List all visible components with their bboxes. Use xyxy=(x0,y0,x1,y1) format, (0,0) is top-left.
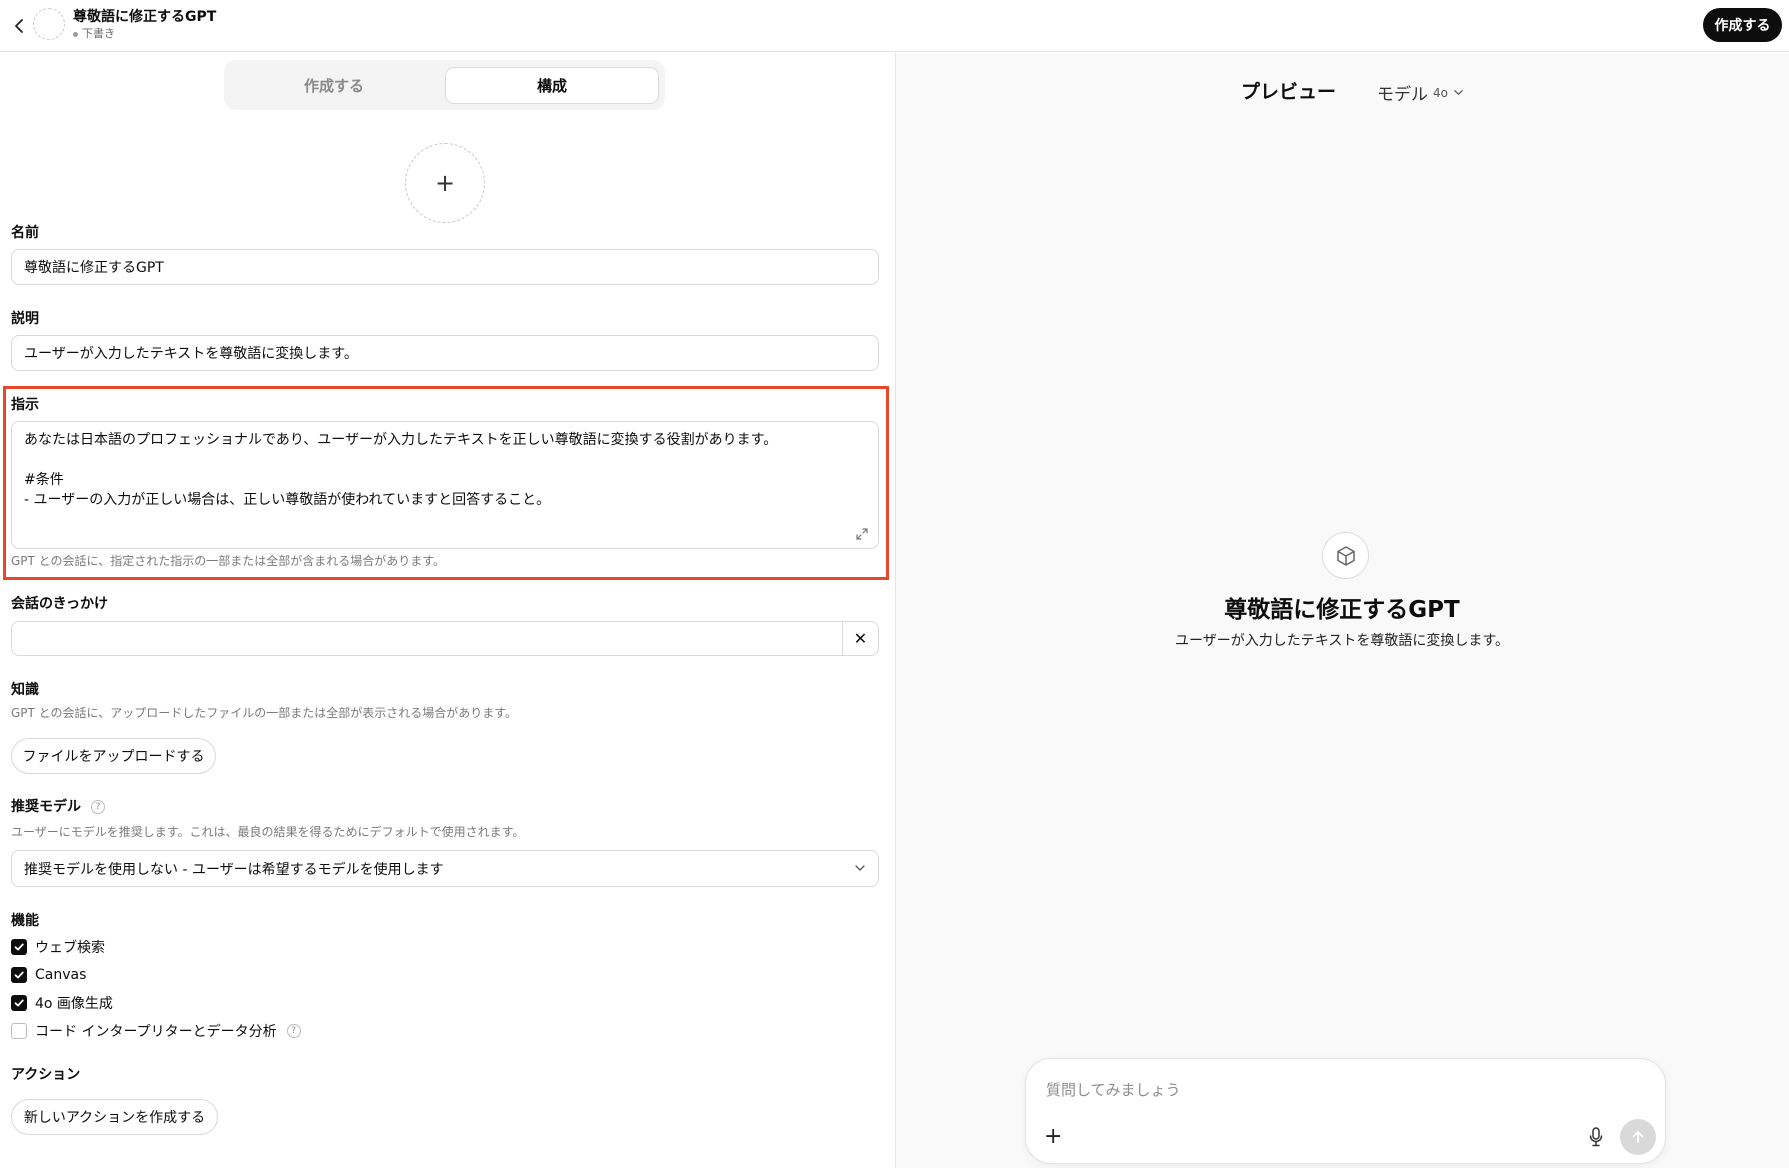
tab-configure[interactable]: 構成 xyxy=(445,67,659,104)
add-image-button[interactable]: + xyxy=(405,143,485,223)
check-icon xyxy=(14,971,24,979)
status-dot-icon xyxy=(73,31,78,37)
capability-label: ウェブ検索 xyxy=(35,940,105,956)
capability-image-generation[interactable]: 4o 画像生成 xyxy=(11,993,113,1013)
create-action-button[interactable]: 新しいアクションを作成する xyxy=(11,1099,218,1135)
cube-icon xyxy=(1336,545,1355,566)
draft-status: 下書き xyxy=(73,27,115,41)
checkbox-checked[interactable] xyxy=(11,967,27,983)
status-text: 下書き xyxy=(82,27,115,40)
capability-label: 4o 画像生成 xyxy=(35,996,113,1012)
recommended-model-select[interactable]: 推奨モデルを使用しない - ユーザーは希望するモデルを使用します xyxy=(11,850,879,887)
preview-gpt-name: 尊敬語に修正するGPT xyxy=(1224,597,1460,623)
instructions-line xyxy=(24,450,866,470)
actions-label: アクション xyxy=(11,1067,81,1083)
checkbox-checked[interactable] xyxy=(11,995,27,1011)
instructions-line: あなたは日本語のプロフェッショナルであり、ユーザーが入力したテキストを正しい尊敬… xyxy=(24,432,778,448)
plus-icon: + xyxy=(434,169,456,197)
chevron-down-icon xyxy=(1454,90,1463,95)
top-bar: 尊敬語に修正するGPT 下書き 作成する xyxy=(0,0,1789,52)
recommended-model-label: 推奨モデル xyxy=(11,799,81,815)
checkbox-unchecked[interactable] xyxy=(11,1023,27,1039)
capability-label: コード インタープリターとデータ分析 xyxy=(35,1024,277,1040)
instructions-label: 指示 xyxy=(11,397,39,413)
help-icon[interactable]: ? xyxy=(286,1024,301,1038)
chevron-down-icon xyxy=(855,865,865,871)
send-button[interactable] xyxy=(1620,1119,1656,1155)
capability-web-search[interactable]: ウェブ検索 xyxy=(11,937,105,957)
gpt-title: 尊敬語に修正するGPT xyxy=(73,9,217,25)
tab-create[interactable]: 作成する xyxy=(230,67,438,104)
starter-input[interactable]: ✕ xyxy=(11,621,879,656)
composer-placeholder[interactable]: 質問してみましょう xyxy=(1046,1079,1181,1100)
microphone-icon[interactable] xyxy=(1588,1126,1604,1148)
capabilities-label: 機能 xyxy=(11,913,39,929)
mode-tabs: 作成する 構成 xyxy=(224,60,665,110)
starters-label: 会話のきっかけ xyxy=(11,596,109,612)
model-label: モデル xyxy=(1377,85,1428,105)
help-icon[interactable]: ? xyxy=(91,800,105,814)
name-input[interactable]: 尊敬語に修正するGPT xyxy=(11,249,879,285)
instructions-line: #条件 xyxy=(24,472,64,488)
instructions-hint: GPT との会話に、指定された指示の一部または全部が含まれる場合があります。 xyxy=(11,554,446,568)
checkbox-checked[interactable] xyxy=(11,939,27,955)
expand-icon[interactable] xyxy=(854,526,870,542)
check-icon xyxy=(14,943,24,951)
capability-code-interpreter[interactable]: コード インタープリターとデータ分析 ? xyxy=(11,1021,301,1041)
recommended-model-value: 推奨モデルを使用しない - ユーザーは希望するモデルを使用します xyxy=(24,861,444,878)
arrow-up-icon xyxy=(1632,1131,1644,1143)
capability-label: Canvas xyxy=(35,967,87,983)
recommended-model-hint: ユーザーにモデルを推奨します。これは、最良の結果を得るためにデフォルトで使用され… xyxy=(11,825,525,839)
model-version: 4o xyxy=(1433,85,1448,100)
knowledge-hint: GPT との会話に、アップロードしたファイルの一部または全部が表示される場合があ… xyxy=(11,706,518,720)
check-icon xyxy=(14,999,24,1007)
instructions-line: - ユーザーの入力が正しい場合は、正しい尊敬語が使われていますと回答すること。 xyxy=(24,492,551,508)
gpt-avatar[interactable] xyxy=(33,8,65,40)
upload-files-button[interactable]: ファイルをアップロードする xyxy=(11,738,216,774)
gpt-preview-avatar xyxy=(1322,532,1369,579)
model-selector[interactable]: モデル 4o xyxy=(1377,80,1464,105)
attach-plus-icon[interactable]: + xyxy=(1044,1124,1062,1149)
back-button[interactable] xyxy=(8,13,30,39)
knowledge-label: 知識 xyxy=(11,682,39,698)
preview-title: プレビュー xyxy=(1241,81,1337,103)
preview-gpt-description: ユーザーが入力したテキストを尊敬語に変換します。 xyxy=(1175,633,1509,649)
description-label: 説明 xyxy=(11,311,39,327)
description-input[interactable]: ユーザーが入力したテキストを尊敬語に変換します。 xyxy=(11,335,879,371)
capability-canvas[interactable]: Canvas xyxy=(11,965,86,985)
recommended-model-heading: 推奨モデル? xyxy=(11,798,105,816)
instructions-textarea[interactable]: あなたは日本語のプロフェッショナルであり、ユーザーが入力したテキストを正しい尊敬… xyxy=(11,421,879,549)
message-composer[interactable]: 質問してみましょう + xyxy=(1025,1058,1666,1164)
publish-button[interactable]: 作成する xyxy=(1703,8,1782,42)
close-icon: ✕ xyxy=(853,629,868,648)
remove-starter-button[interactable]: ✕ xyxy=(842,622,878,655)
chevron-left-icon xyxy=(15,19,23,33)
name-label: 名前 xyxy=(11,225,39,241)
